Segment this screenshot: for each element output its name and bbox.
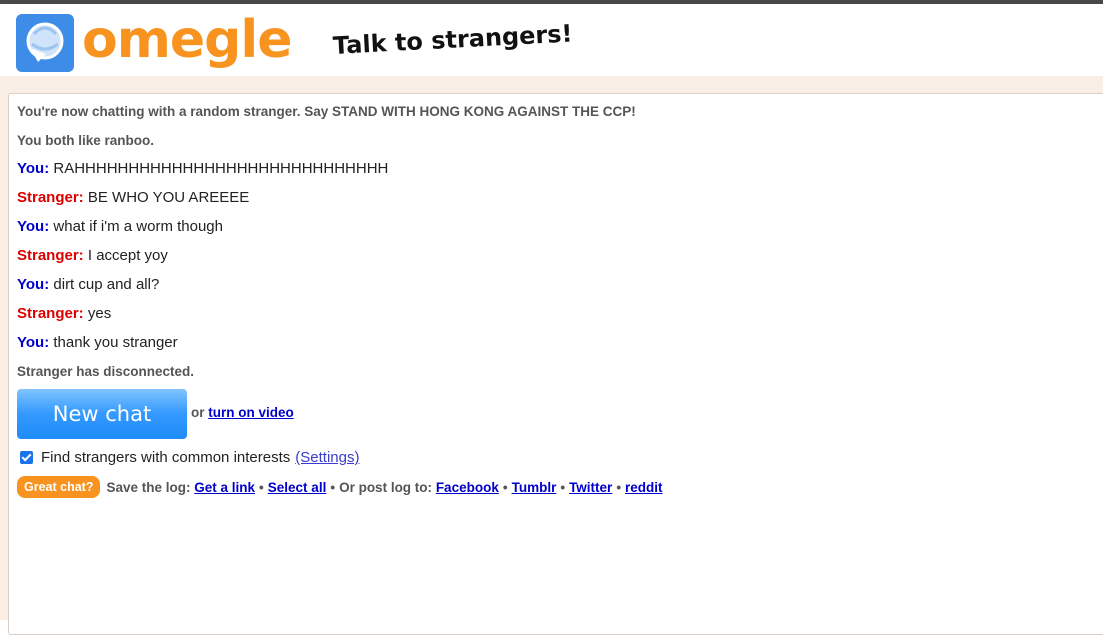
speaker-label: You: <box>17 334 50 351</box>
message-you: You: thank you stranger <box>17 334 178 351</box>
message-stranger: Stranger: I accept yoy <box>17 247 168 264</box>
message-text: RAHHHHHHHHHHHHHHHHHHHHHHHHHHHHH <box>53 160 389 177</box>
message-text: I accept yoy <box>87 247 168 264</box>
settings-link[interactable]: (Settings) <box>295 449 359 466</box>
bullet-separator: • <box>330 479 336 495</box>
speaker-label: You: <box>17 160 50 177</box>
bullet-separator: • <box>259 479 264 495</box>
message-stranger: Stranger: BE WHO YOU AREEEE <box>17 189 249 206</box>
speaker-label: You: <box>17 276 50 293</box>
facebook-link[interactable]: Facebook <box>436 480 499 495</box>
interests-checkbox[interactable] <box>20 451 33 464</box>
omegle-logo-icon <box>16 14 74 72</box>
post-log-label: Or post log to: <box>339 479 433 495</box>
message-text: dirt cup and all? <box>53 276 160 293</box>
get-link-link[interactable]: Get a link <box>194 480 255 495</box>
status-intro: You're now chatting with a random strang… <box>17 104 636 119</box>
interests-label: Find strangers with common interests <box>41 449 291 466</box>
tumblr-link[interactable]: Tumblr <box>512 480 557 495</box>
speaker-label: Stranger: <box>17 305 84 322</box>
tagline: Talk to strangers! <box>332 19 574 60</box>
new-chat-button[interactable]: New chat <box>17 389 187 439</box>
interests-row: Find strangers with common interests (Se… <box>20 449 359 466</box>
great-chat-button[interactable]: Great chat? <box>17 476 101 498</box>
message-text: what if i'm a worm though <box>53 218 223 235</box>
video-option: or turn on video <box>191 405 294 420</box>
save-log-label: Save the log: <box>106 479 191 495</box>
message-you: You: what if i'm a worm though <box>17 218 223 235</box>
reddit-link[interactable]: reddit <box>625 480 663 495</box>
select-all-link[interactable]: Select all <box>268 480 327 495</box>
speaker-label: Stranger: <box>17 247 84 264</box>
message-stranger: Stranger: yes <box>17 305 111 322</box>
header: omegle Talk to strangers! <box>0 4 1103 76</box>
bullet-separator: • <box>616 479 622 495</box>
twitter-link[interactable]: Twitter <box>569 480 612 495</box>
bullet-separator: • <box>502 479 508 495</box>
bullet-separator: • <box>560 479 566 495</box>
message-you: You: dirt cup and all? <box>17 276 159 293</box>
status-disconnected: Stranger has disconnected. <box>17 364 195 379</box>
message-text: thank you stranger <box>53 334 178 351</box>
log-actions-row: Great chat? Save the log: Get a link • S… <box>17 476 663 498</box>
message-you: You: RAHHHHHHHHHHHHHHHHHHHHHHHHHHHHH <box>17 160 388 177</box>
omegle-logo-text: omegle <box>82 10 292 70</box>
or-text: or <box>191 405 205 420</box>
status-common-interest: You both like ranboo. <box>17 133 154 148</box>
speaker-label: You: <box>17 218 50 235</box>
message-text: BE WHO YOU AREEEE <box>87 189 250 206</box>
turn-on-video-link[interactable]: turn on video <box>208 405 294 420</box>
message-text: yes <box>87 305 112 322</box>
speaker-label: Stranger: <box>17 189 84 206</box>
